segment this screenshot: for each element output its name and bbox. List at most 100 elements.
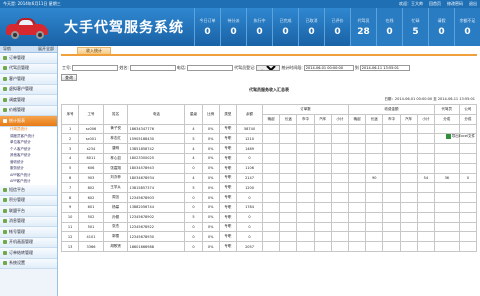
stat-tile[interactable]: 今日订单 0 bbox=[194, 8, 220, 46]
sidebar-menu-item[interactable]: 统计报表 bbox=[0, 116, 57, 127]
table-cell: 专职 bbox=[218, 231, 237, 243]
change-password-link[interactable]: 修改密码 bbox=[447, 1, 463, 7]
query-button[interactable]: 查询 bbox=[61, 74, 77, 81]
home-link[interactable]: 回首页 bbox=[429, 1, 441, 7]
stat-tile[interactable]: 已评价 0 bbox=[324, 8, 350, 46]
stat-tile[interactable]: 余额不足 0 bbox=[454, 8, 480, 46]
end-time-input[interactable] bbox=[359, 65, 410, 71]
menu-item-label: 帐号管理 bbox=[9, 228, 25, 234]
main-content: 收入统计 工号: 姓名: 电话: 代驾员登记: --全部-- 统计时间段: 到 … bbox=[58, 46, 480, 296]
stat-tile[interactable]: 执行中 0 bbox=[246, 8, 272, 46]
stat-label: 在线 bbox=[385, 17, 394, 23]
stat-tile[interactable]: 请假 0 bbox=[428, 8, 454, 46]
table-cell bbox=[399, 221, 418, 233]
table-cell: 5 bbox=[184, 211, 203, 223]
sidebar-menu-item[interactable]: 帐号管理 bbox=[0, 227, 57, 238]
table-cell bbox=[313, 172, 332, 184]
table-cell: 专职 bbox=[218, 162, 237, 174]
sidebar-menu-item[interactable]: 代驾员管理 bbox=[0, 63, 57, 74]
table-cell bbox=[458, 162, 478, 174]
sidebar-menu-item[interactable]: 消息管理 bbox=[0, 216, 57, 227]
stat-value: 0 bbox=[204, 26, 211, 37]
table-cell: 0 bbox=[184, 231, 203, 243]
job-input[interactable] bbox=[72, 65, 119, 71]
sidebar-menu-item[interactable]: 开机画面管理 bbox=[0, 237, 57, 248]
table-cell bbox=[279, 152, 298, 164]
table-cell bbox=[348, 162, 367, 174]
table-cell bbox=[416, 123, 435, 135]
menu-folder-icon bbox=[3, 187, 7, 192]
sidebar-menu-item[interactable]: 短信平台 bbox=[0, 185, 57, 196]
table-cell bbox=[382, 201, 401, 213]
tab-income-stats[interactable]: 收入统计 bbox=[77, 47, 111, 54]
table-cell bbox=[399, 182, 418, 194]
export-excel-button[interactable]: 导出Excel文件 bbox=[445, 134, 475, 139]
th-share: 分成 bbox=[433, 113, 460, 125]
stat-tile[interactable]: 忙碌 5 bbox=[402, 8, 428, 46]
stat-tile[interactable]: 待分派 0 bbox=[220, 8, 246, 46]
th-order-sub: 市中 bbox=[296, 113, 315, 125]
menu-item-label: 客户管理 bbox=[9, 75, 25, 81]
th-phone: 电话 bbox=[127, 104, 186, 125]
sidebar-menu-item[interactable]: 订单管理 bbox=[0, 53, 57, 64]
stat-tile[interactable]: 在线 0 bbox=[376, 8, 402, 46]
stat-tile[interactable]: 已取消 0 bbox=[298, 8, 324, 46]
sidebar-menu-item[interactable]: 调度管理 bbox=[0, 95, 57, 106]
table-cell bbox=[365, 152, 384, 164]
table-cell: 903 bbox=[78, 172, 104, 184]
menu-folder-icon bbox=[3, 208, 7, 213]
table-cell: 1 bbox=[60, 123, 80, 135]
table-cell bbox=[433, 221, 460, 233]
stat-tile[interactable]: 代驾员 28 bbox=[350, 8, 376, 46]
location-select[interactable]: --全部-- bbox=[256, 65, 281, 71]
table-cell bbox=[433, 143, 460, 154]
sidebar-menu-item[interactable]: 订单结转管理 bbox=[0, 248, 57, 259]
table-cell: 602 bbox=[78, 192, 104, 203]
table-cell bbox=[279, 162, 298, 174]
table-cell: 0% bbox=[201, 201, 220, 213]
table-cell: 502 bbox=[78, 211, 104, 223]
table-cell bbox=[262, 162, 281, 174]
table-cell: 林心如 bbox=[102, 152, 129, 164]
table-cell: 13882056744 bbox=[127, 201, 186, 213]
table-cell bbox=[313, 143, 332, 154]
table-cell bbox=[330, 231, 350, 243]
th-balance: 余额 bbox=[235, 104, 264, 125]
table-cell bbox=[348, 133, 367, 145]
start-time-input[interactable] bbox=[303, 65, 354, 71]
menu-item-label: 虚拟客户管理 bbox=[9, 86, 33, 92]
table-cell: 0 bbox=[235, 152, 264, 164]
table-cell: 0 bbox=[235, 192, 264, 203]
stat-value: 0 bbox=[334, 26, 341, 37]
table-cell bbox=[313, 152, 332, 164]
table-cell bbox=[365, 241, 384, 252]
stat-label: 请假 bbox=[437, 17, 446, 23]
table-cell bbox=[399, 241, 418, 252]
table-cell: 0 bbox=[458, 172, 478, 184]
table-cell: 0 bbox=[184, 241, 203, 252]
name-input[interactable] bbox=[129, 65, 176, 71]
sidebar-menu-item[interactable]: 积分管理 bbox=[0, 195, 57, 206]
table-cell bbox=[416, 152, 435, 164]
table-cell: 4 bbox=[60, 152, 80, 164]
sidebar-menu-item[interactable]: 客户管理 bbox=[0, 74, 57, 85]
table-cell: 专职 bbox=[218, 221, 237, 233]
table-cell bbox=[382, 192, 401, 203]
sidebar-menu-item[interactable]: 系统设置 bbox=[0, 258, 57, 269]
table-cell bbox=[348, 241, 367, 252]
table-cell: 0% bbox=[201, 123, 220, 135]
sidebar-menu-item[interactable]: 联盟平台 bbox=[0, 206, 57, 217]
table-cell bbox=[262, 123, 281, 135]
table-cell: 4 bbox=[184, 152, 203, 164]
sidebar-menu-item[interactable]: 价格管理 bbox=[0, 105, 57, 116]
sidebar-menu-item[interactable]: 虚拟客户管理 bbox=[0, 84, 57, 95]
table-row: 11 501 张杰 12345678922 0 0% 专职 0 bbox=[60, 221, 478, 233]
phone-input[interactable] bbox=[187, 65, 234, 71]
stat-tile[interactable]: 已完成 0 bbox=[272, 8, 298, 46]
table-cell bbox=[279, 172, 298, 184]
table-cell bbox=[262, 133, 281, 145]
table-cell: 0% bbox=[201, 241, 220, 252]
table-cell bbox=[296, 211, 315, 223]
logout-link[interactable]: 退出 bbox=[469, 1, 477, 7]
expand-all-link[interactable]: 展开全部 bbox=[38, 46, 54, 52]
